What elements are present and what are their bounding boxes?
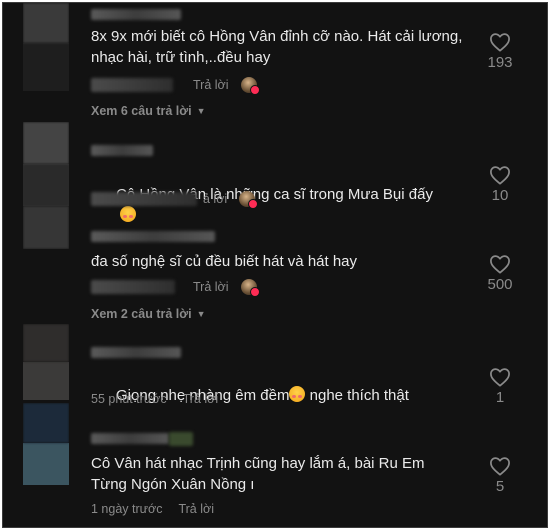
avatar[interactable] (23, 3, 69, 91)
avatar[interactable] (23, 122, 69, 249)
creator-avatar-liked-icon (240, 77, 260, 95)
avatar[interactable] (23, 324, 69, 400)
like-button[interactable]: 10 (473, 165, 527, 204)
creator-avatar-liked-icon (240, 279, 260, 297)
username[interactable] (91, 433, 169, 444)
heart-outline-icon (490, 457, 510, 476)
heart-outline-icon (490, 368, 510, 387)
heart-outline-icon (490, 166, 510, 185)
username[interactable] (91, 231, 215, 242)
comment-meta: 55 phút trước Trả lời (91, 392, 218, 406)
view-replies-label: Xem 2 câu trả lời (91, 307, 192, 321)
like-button[interactable]: 500 (473, 254, 527, 293)
comment-text: 8x 9x mới biết cô Hồng Vân đỉnh cỡ nào. … (91, 28, 467, 66)
heart-outline-icon (490, 33, 510, 52)
username[interactable] (91, 347, 181, 358)
timestamp: 1 ngày trước (91, 502, 163, 516)
reply-button[interactable]: Trả lời (193, 78, 229, 92)
comment-text-end: nghe thích thật (305, 387, 409, 404)
like-count: 193 (487, 54, 513, 71)
comment-meta: Trả lời (91, 77, 260, 95)
view-replies-button[interactable]: Xem 6 câu trả lời ▼ (91, 104, 206, 118)
view-replies-button[interactable]: Xem 2 câu trả lời ▼ (91, 307, 206, 321)
comment-text: đa số nghệ sĩ củ đều biết hát và hát hay (91, 253, 358, 270)
like-count: 500 (487, 276, 513, 293)
comment-meta: Trả lời (91, 279, 260, 297)
like-button[interactable]: 1 (473, 367, 527, 406)
reply-button[interactable]: Trả lời (178, 502, 214, 516)
comment-text: Cô Vân hát nhạc Trịnh cũng hay lắm á, bà… (91, 455, 429, 493)
like-count: 10 (491, 187, 509, 204)
creator-avatar-liked-icon (239, 191, 259, 209)
timestamp-blurred (91, 78, 173, 92)
comment-meta: 1 ngày trước Trả lời (91, 502, 214, 516)
comments-panel: 8x 9x mới biết cô Hồng Vân đỉnh cỡ nào. … (2, 2, 548, 528)
smiling-face-with-hearts-icon (120, 206, 137, 222)
username[interactable] (91, 145, 153, 156)
timestamp: 55 phút trước (91, 392, 167, 406)
username[interactable] (91, 9, 181, 20)
view-replies-label: Xem 6 câu trả lời (91, 104, 192, 118)
like-button[interactable]: 193 (473, 32, 527, 71)
comment-meta: ả lời (91, 191, 259, 209)
timestamp-blurred (91, 192, 197, 206)
smiling-face-with-hearts-icon (289, 386, 306, 402)
heart-outline-icon (490, 255, 510, 274)
chevron-down-icon: ▼ (196, 309, 206, 319)
reply-button[interactable]: ả lời (203, 192, 227, 206)
avatar[interactable] (23, 403, 69, 485)
like-count: 1 (495, 389, 505, 406)
reply-button[interactable]: Trả lời (193, 280, 229, 294)
chevron-down-icon: ▼ (196, 106, 206, 116)
reply-button[interactable]: Trả lời (183, 392, 219, 406)
timestamp-blurred (91, 280, 175, 294)
like-button[interactable]: 5 (473, 456, 527, 495)
username-badge (169, 432, 193, 446)
like-count: 5 (495, 478, 505, 495)
